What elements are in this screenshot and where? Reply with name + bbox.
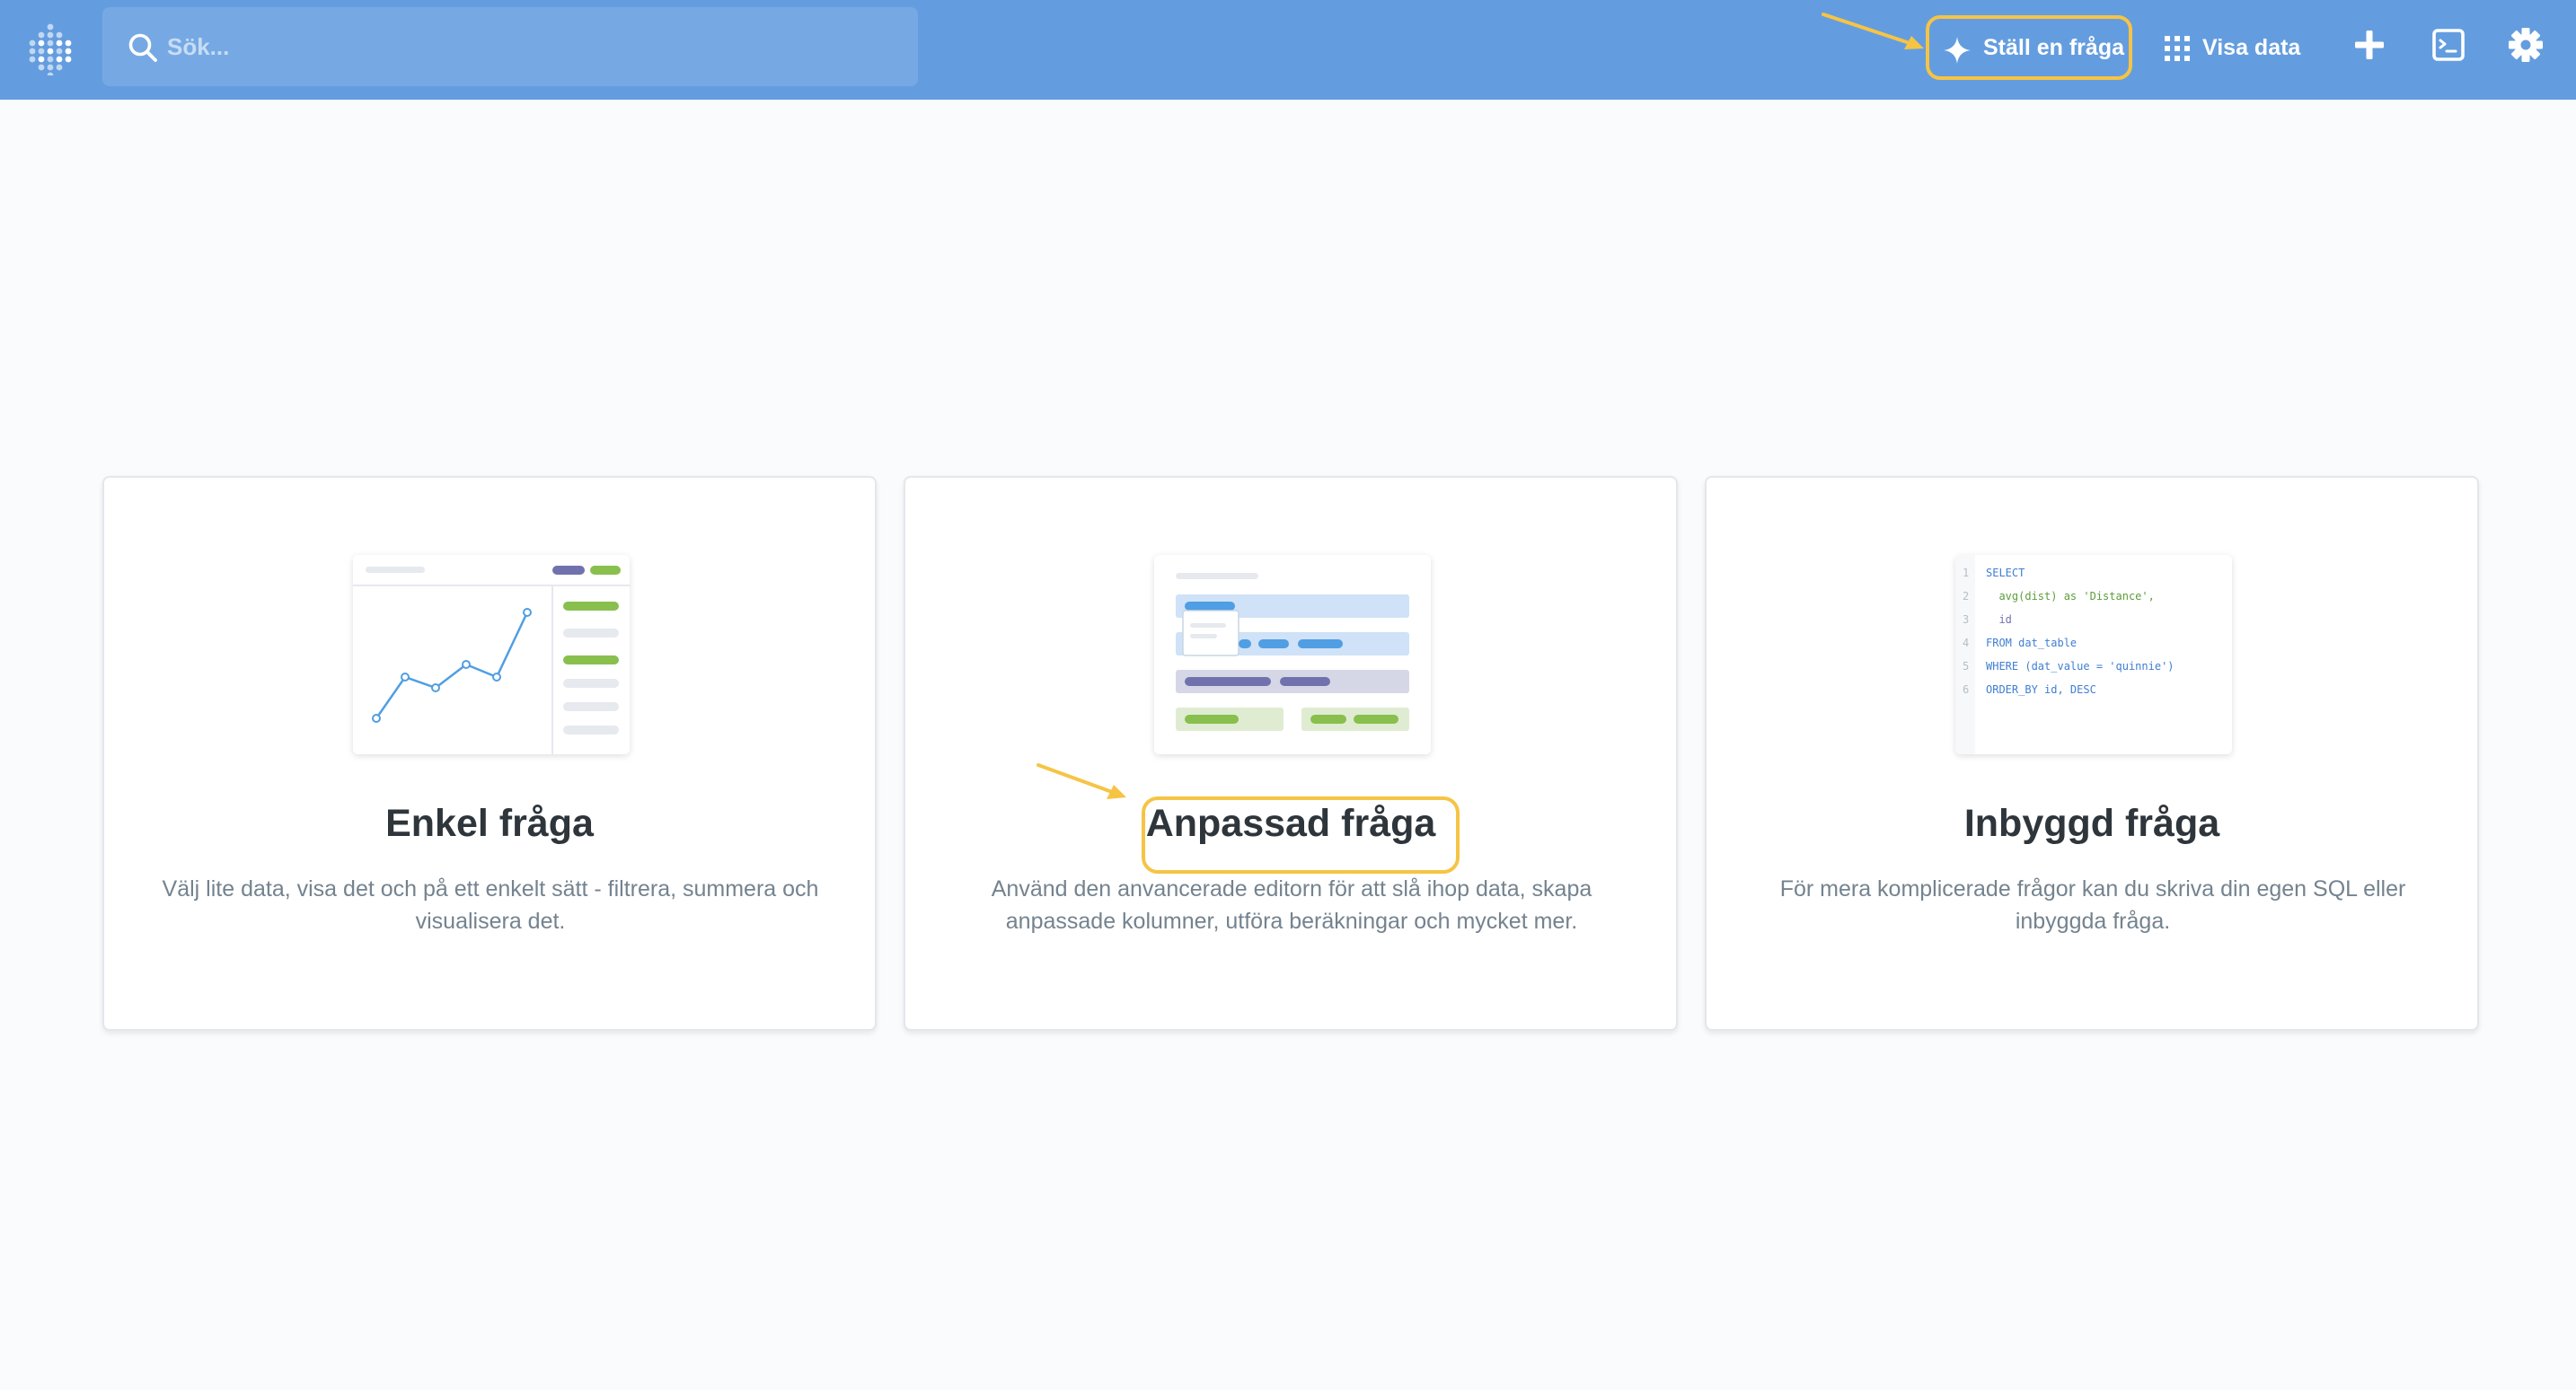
search-icon <box>128 33 157 62</box>
svg-text:6: 6 <box>1963 683 1969 696</box>
svg-text:5: 5 <box>1963 660 1969 673</box>
sql-code-illustration-icon: 1 2 3 4 5 6 SELECT avg(dist) as 'Distanc… <box>1955 555 2232 754</box>
sql-line: WHERE (dat_value = 'quinnie') <box>1986 660 2175 673</box>
top-navigation-bar: Sök... Ställ en fråga Visa data <box>0 0 2576 100</box>
grid-icon <box>2165 36 2190 61</box>
ask-question-button[interactable]: Ställ en fråga <box>1926 15 2132 80</box>
line-chart-illustration-icon <box>353 555 630 754</box>
simple-question-illustration <box>353 555 630 754</box>
card-title: Anpassad fråga <box>1145 802 1436 845</box>
svg-text:1: 1 <box>1963 567 1969 579</box>
native-question-illustration: 1 2 3 4 5 6 SELECT avg(dist) as 'Distanc… <box>1955 555 2232 754</box>
plus-icon[interactable] <box>2351 27 2387 63</box>
card-title: Inbyggd fråga <box>1963 802 2220 845</box>
gear-icon[interactable] <box>2508 27 2544 63</box>
sql-line: ORDER_BY id, DESC <box>1986 683 2096 696</box>
simple-question-card[interactable]: Enkel fråga Välj lite data, visa det och… <box>102 476 877 1031</box>
card-description: Använd den anvancerade editorn för att s… <box>991 876 1592 934</box>
browse-data-label: Visa data <box>2202 35 2301 60</box>
card-title: Enkel fråga <box>385 802 594 845</box>
card-description: För mera komplicerade frågor kan du skri… <box>1779 876 2406 934</box>
custom-question-card[interactable]: Anpassad fråga Använd den anvancerade ed… <box>904 476 1678 1031</box>
sql-line: FROM dat_table <box>1986 637 2077 649</box>
sparkle-icon <box>1944 37 1971 64</box>
native-question-card[interactable]: 1 2 3 4 5 6 SELECT avg(dist) as 'Distanc… <box>1705 476 2479 1031</box>
custom-question-illustration <box>1154 555 1431 754</box>
svg-text:4: 4 <box>1963 637 1969 649</box>
card-description: Välj lite data, visa det och på ett enke… <box>162 876 819 934</box>
svg-text:3: 3 <box>1963 613 1969 626</box>
sql-line: id <box>1986 613 2012 626</box>
ask-question-label: Ställ en fråga <box>1983 35 2124 60</box>
search-bar[interactable]: Sök... <box>102 7 918 86</box>
browse-data-button[interactable]: Visa data <box>2159 22 2312 74</box>
svg-text:2: 2 <box>1963 590 1969 603</box>
sql-line: SELECT <box>1986 567 2025 579</box>
sql-editor-icon[interactable] <box>2430 27 2466 63</box>
logo-icon[interactable] <box>27 23 74 75</box>
search-placeholder: Sök... <box>167 33 230 60</box>
sql-line: avg(dist) as 'Distance', <box>1986 590 2155 603</box>
notebook-editor-illustration-icon <box>1154 555 1431 754</box>
